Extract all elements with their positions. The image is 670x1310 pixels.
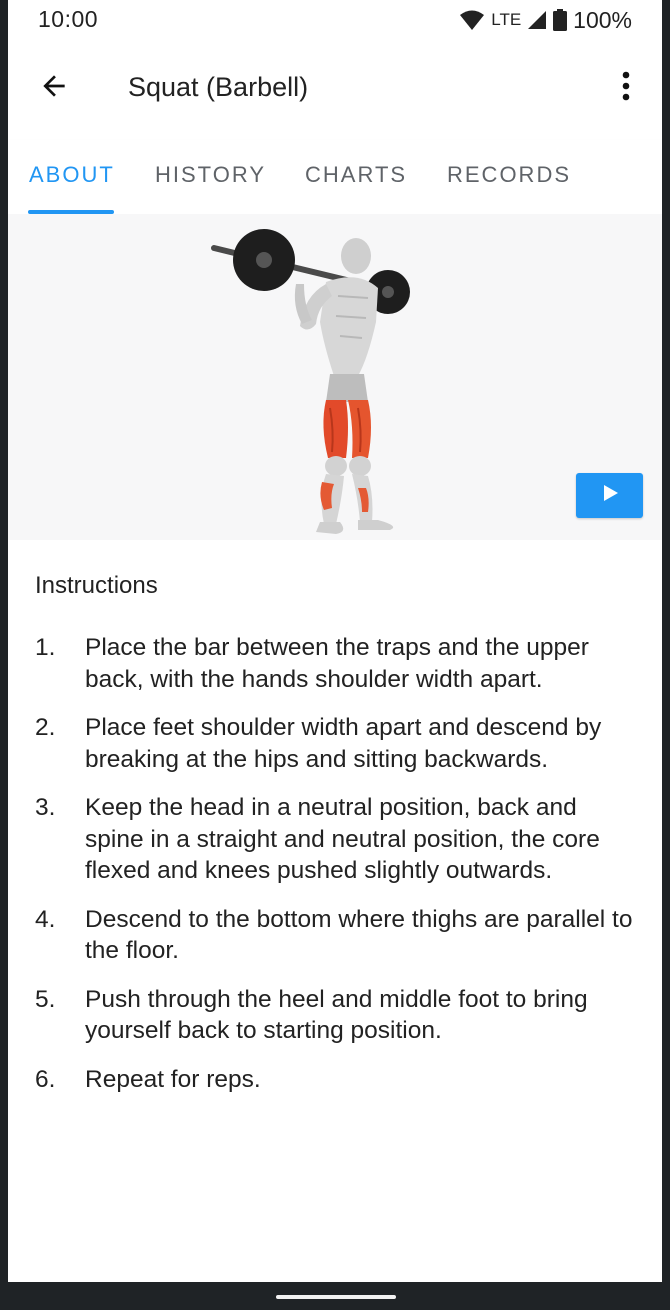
home-gesture-handle[interactable]	[276, 1295, 396, 1299]
step-number: 3.	[35, 794, 56, 821]
step-number: 1.	[35, 634, 56, 661]
instruction-step: 4. Descend to the bottom where thighs ar…	[35, 904, 635, 967]
tab-history[interactable]: HISTORY	[155, 162, 266, 188]
app-bar: Squat (Barbell)	[8, 44, 662, 132]
step-text: Place the bar between the traps and the …	[85, 634, 589, 693]
system-nav-bar	[0, 1282, 670, 1310]
status-bar: 10:00 LTE 100%	[8, 0, 662, 40]
tab-charts[interactable]: CHARTS	[305, 162, 407, 188]
instruction-step: 6. Repeat for reps.	[35, 1064, 635, 1096]
tab-bar: ABOUT HISTORY CHARTS RECORDS	[8, 140, 662, 214]
instruction-step: 2. Place feet shoulder width apart and d…	[35, 712, 635, 775]
instruction-step: 1. Place the bar between the traps and t…	[35, 632, 635, 695]
step-number: 5.	[35, 985, 56, 1013]
arrow-back-icon	[38, 70, 70, 107]
instructions-heading: Instructions	[35, 572, 158, 599]
page-title: Squat (Barbell)	[128, 72, 309, 102]
instruction-step: 5. Push through the heel and middle foot…	[35, 984, 635, 1047]
play-video-button[interactable]	[576, 473, 643, 518]
step-number: 2.	[35, 714, 56, 741]
status-icons: LTE 100%	[459, 6, 632, 34]
exercise-illustration	[211, 229, 410, 534]
step-text: Push through the heel and middle foot to…	[85, 985, 588, 1045]
step-text: Keep the head in a neutral position, bac…	[85, 794, 600, 884]
battery-percent: 100%	[573, 6, 632, 33]
step-text: Descend to the bottom where thighs are p…	[85, 905, 633, 965]
tab-about[interactable]: ABOUT	[29, 162, 115, 188]
tab-records[interactable]: RECORDS	[447, 162, 571, 188]
instructions-list: 1. Place the bar between the traps and t…	[35, 632, 635, 1112]
more-options-button[interactable]	[608, 64, 644, 112]
app-screen: 10:00 LTE 100% Squat (Barbell) ABOUT HIS…	[8, 0, 662, 1282]
step-text: Place feet shoulder width apart and desc…	[85, 714, 602, 773]
status-time: 10:00	[38, 6, 99, 32]
instruction-step: 3. Keep the head in a neutral position, …	[35, 792, 635, 887]
back-button[interactable]	[30, 64, 78, 112]
signal-icon	[527, 10, 547, 30]
wifi-icon	[459, 9, 485, 31]
more-vert-icon	[621, 71, 631, 106]
exercise-media	[8, 214, 662, 540]
play-icon	[601, 484, 619, 507]
step-text: Repeat for reps.	[85, 1065, 261, 1093]
step-number: 4.	[35, 905, 56, 933]
network-type: LTE	[491, 10, 522, 29]
step-number: 6.	[35, 1065, 56, 1093]
battery-icon	[553, 9, 568, 31]
